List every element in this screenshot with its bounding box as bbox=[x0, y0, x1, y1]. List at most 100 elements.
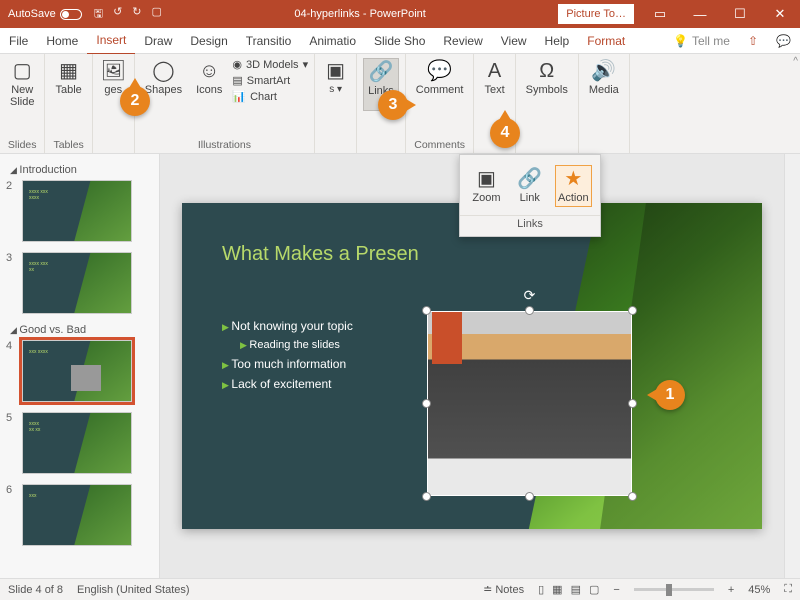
action-button[interactable]: ★Action bbox=[555, 165, 592, 207]
icons-button[interactable]: ☺Icons bbox=[192, 58, 226, 98]
text-button[interactable]: AText bbox=[480, 58, 508, 98]
group-label: Comments bbox=[414, 139, 465, 151]
status-bar: Slide 4 of 8 English (United States) ≐ N… bbox=[0, 578, 800, 600]
slideshow-view-icon[interactable]: ▢ bbox=[589, 583, 599, 596]
notes-button[interactable]: ≐ Notes bbox=[483, 583, 524, 596]
action-icon: ★ bbox=[564, 168, 582, 190]
media-icon: 🔊 bbox=[591, 60, 616, 82]
zoom-button[interactable]: ▣Zoom bbox=[468, 165, 504, 207]
zoom-icon: ▣ bbox=[477, 168, 496, 190]
thumbnail-slide-5[interactable]: 5xxxxxx xx bbox=[6, 412, 153, 474]
sorter-view-icon[interactable]: ▦ bbox=[552, 583, 562, 596]
slide-thumbnails[interactable]: Introduction 2xxxx xxxxxxx 3xxxx xxxxx G… bbox=[0, 154, 160, 578]
thumbnail-slide-4[interactable]: 4xxx xxxx bbox=[6, 340, 153, 402]
zoom-out-button[interactable]: − bbox=[613, 584, 619, 596]
new-slide-icon: ▢ bbox=[13, 60, 32, 82]
sub-bullet: Reading the slides bbox=[240, 339, 353, 351]
zoom-slider[interactable] bbox=[634, 588, 714, 591]
resize-handle[interactable] bbox=[422, 399, 431, 408]
resize-handle[interactable] bbox=[628, 492, 637, 501]
thumbnail-slide-3[interactable]: 3xxxx xxxxx bbox=[6, 252, 153, 314]
autosave-toggle[interactable]: AutoSave bbox=[8, 8, 82, 20]
selected-image[interactable]: ⟳ bbox=[427, 311, 632, 496]
resize-handle[interactable] bbox=[525, 306, 534, 315]
tab-insert[interactable]: Insert bbox=[87, 27, 135, 55]
pictures-icon: 🖼 bbox=[101, 60, 126, 82]
symbols-button[interactable]: ΩSymbols bbox=[522, 58, 572, 98]
tab-format[interactable]: Format bbox=[578, 28, 634, 54]
group-label: Slides bbox=[8, 139, 37, 151]
group-label: Illustrations bbox=[198, 139, 251, 151]
maximize-icon[interactable]: ☐ bbox=[720, 6, 760, 22]
share-button[interactable]: ⇧ bbox=[739, 28, 767, 54]
tab-review[interactable]: Review bbox=[434, 28, 491, 54]
tab-animations[interactable]: Animatio bbox=[300, 28, 365, 54]
link-icon: 🔗 bbox=[368, 61, 393, 83]
slide-title[interactable]: What Makes a Presen bbox=[222, 243, 419, 266]
links-dropdown: ▣Zoom 🔗Link ★Action Links bbox=[459, 154, 601, 237]
section-header[interactable]: Introduction bbox=[10, 164, 155, 176]
smartart-button[interactable]: ▤SmartArt bbox=[232, 74, 308, 87]
vertical-scrollbar[interactable] bbox=[784, 154, 800, 578]
ribbon-options-icon[interactable]: ▭ bbox=[640, 6, 680, 22]
language-status[interactable]: English (United States) bbox=[77, 584, 190, 596]
comments-button[interactable]: 💬 bbox=[767, 28, 800, 54]
resize-handle[interactable] bbox=[422, 306, 431, 315]
resize-handle[interactable] bbox=[525, 492, 534, 501]
reading-view-icon[interactable]: ▤ bbox=[571, 583, 581, 596]
tab-view[interactable]: View bbox=[492, 28, 536, 54]
3d-models-button[interactable]: ◉3D Models ▾ bbox=[232, 58, 308, 71]
undo-icon[interactable]: ↺ bbox=[113, 5, 122, 24]
tell-me[interactable]: 💡Tell me bbox=[664, 28, 739, 54]
chart-button[interactable]: 📊Chart bbox=[232, 90, 308, 103]
rotate-handle-icon[interactable]: ⟳ bbox=[524, 287, 536, 304]
bullet: Too much information bbox=[222, 357, 353, 371]
zoom-in-button[interactable]: + bbox=[728, 584, 734, 596]
tab-slideshow[interactable]: Slide Sho bbox=[365, 28, 434, 54]
media-button[interactable]: 🔊Media bbox=[585, 58, 623, 98]
resize-handle[interactable] bbox=[628, 306, 637, 315]
ribbon-tabs: File Home Insert Draw Design Transitio A… bbox=[0, 28, 800, 54]
slide-counter[interactable]: Slide 4 of 8 bbox=[8, 584, 63, 596]
addins-icon: ▣ bbox=[326, 60, 345, 82]
tab-help[interactable]: Help bbox=[536, 28, 579, 54]
close-icon[interactable]: ✕ bbox=[760, 6, 800, 22]
section-header[interactable]: Good vs. Bad bbox=[10, 324, 155, 336]
normal-view-icon[interactable]: ▯ bbox=[538, 583, 544, 596]
tab-draw[interactable]: Draw bbox=[135, 28, 181, 54]
thumbnail-slide-6[interactable]: 6xxx bbox=[6, 484, 153, 546]
smartart-icon: ▤ bbox=[232, 74, 242, 87]
zoom-level[interactable]: 45% bbox=[748, 584, 770, 596]
tab-home[interactable]: Home bbox=[37, 28, 87, 54]
current-slide: What Makes a Presen Not knowing your top… bbox=[182, 203, 762, 529]
callout-1: 1 bbox=[655, 380, 685, 410]
new-slide-button[interactable]: ▢ New Slide bbox=[6, 58, 38, 110]
table-button[interactable]: ▦ Table bbox=[51, 58, 85, 98]
minimize-icon[interactable]: — bbox=[680, 7, 720, 22]
hyperlink-icon: 🔗 bbox=[517, 168, 542, 190]
group-symbols: ΩSymbols bbox=[516, 54, 579, 153]
tab-transitions[interactable]: Transitio bbox=[237, 28, 301, 54]
callout-2: 2 bbox=[120, 86, 150, 116]
comment-button[interactable]: 💬Comment bbox=[412, 58, 468, 98]
collapse-ribbon-icon[interactable]: ^ bbox=[793, 56, 798, 67]
addins-button[interactable]: ▣s ▾ bbox=[322, 58, 349, 97]
link-button[interactable]: 🔗Link bbox=[513, 165, 546, 207]
resize-handle[interactable] bbox=[628, 399, 637, 408]
thumbnail-slide-2[interactable]: 2xxxx xxxxxxx bbox=[6, 180, 153, 242]
tab-design[interactable]: Design bbox=[181, 28, 236, 54]
shapes-icon: ◯ bbox=[152, 60, 174, 82]
resize-handle[interactable] bbox=[422, 492, 431, 501]
lightbulb-icon: 💡 bbox=[673, 28, 688, 54]
text-box-icon: A bbox=[488, 60, 501, 82]
bullet: Not knowing your topic bbox=[222, 319, 353, 333]
save-icon[interactable]: 🖫 bbox=[94, 5, 103, 24]
chart-icon: 📊 bbox=[232, 90, 246, 103]
fit-window-icon[interactable]: ⛶ bbox=[784, 583, 792, 596]
slide-bullets[interactable]: Not knowing your topic Reading the slide… bbox=[222, 313, 353, 397]
picture-tools-contextual[interactable]: Picture To… bbox=[558, 4, 634, 24]
tab-file[interactable]: File bbox=[0, 28, 37, 54]
redo-icon[interactable]: ↻ bbox=[132, 5, 141, 24]
start-slideshow-icon[interactable]: ▢ bbox=[152, 5, 162, 24]
toggle-off-icon bbox=[60, 9, 82, 20]
